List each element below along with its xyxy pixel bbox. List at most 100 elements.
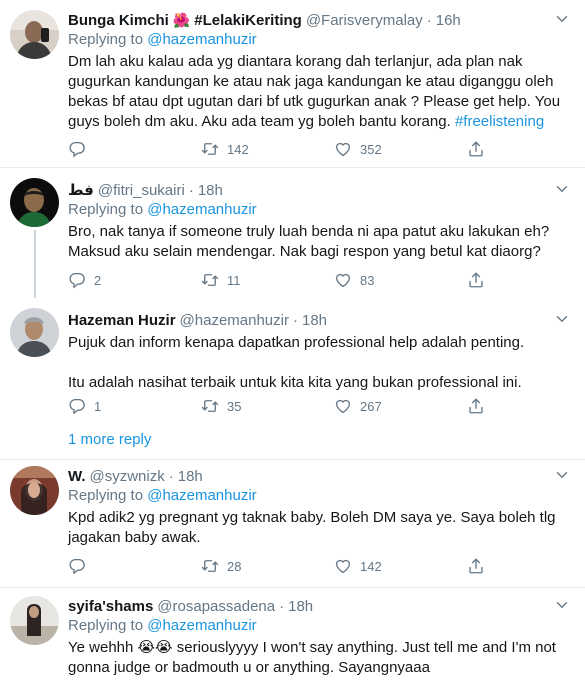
display-name[interactable]: Hazeman Huzir	[68, 312, 176, 329]
tweet-text: Kpd adik2 yg pregnant yg taknak baby. Bo…	[68, 509, 556, 546]
avatar[interactable]	[10, 308, 59, 357]
share-button[interactable]	[467, 140, 497, 158]
tweet-hazeman-huzir[interactable]: Hazeman Huzir @hazemanhuzir · 18h Pujuk …	[0, 298, 585, 460]
separator-dot: ·	[279, 597, 285, 615]
tweet-paragraph: Itu adalah nasihat terbaik untuk kita ki…	[68, 374, 522, 391]
like-button[interactable]: 142	[334, 557, 467, 575]
replying-to: Replying to @hazemanhuzir	[68, 31, 571, 51]
reply-count: 2	[94, 272, 102, 288]
like-button[interactable]: 352	[334, 140, 467, 158]
tweet-body-start: Ye wehhh	[68, 639, 134, 656]
reply-button[interactable]: 2	[68, 271, 201, 289]
caret-down-icon[interactable]	[553, 466, 571, 484]
reply-button[interactable]: 1	[68, 397, 201, 415]
tweet-text: Pujuk dan inform kenapa dapatkan profess…	[68, 333, 571, 393]
flower-emoji: 🌺	[172, 11, 191, 28]
user-handle[interactable]: @syzwnizk	[90, 468, 165, 485]
like-button[interactable]: 267	[334, 397, 467, 415]
mention-link[interactable]: @hazemanhuzir	[147, 201, 256, 218]
reply-count: 1	[94, 398, 102, 414]
timestamp[interactable]: 18h	[178, 468, 203, 485]
display-name[interactable]: فط	[68, 181, 94, 199]
retweet-icon	[201, 271, 219, 289]
replying-prefix: Replying to	[68, 617, 144, 634]
mention-link[interactable]: @hazemanhuzir	[147, 617, 256, 634]
caret-down-icon[interactable]	[553, 596, 571, 614]
tweet-header: W. @syzwnizk · 18h	[68, 466, 571, 486]
retweet-button[interactable]: 11	[201, 271, 334, 289]
retweet-icon	[201, 140, 219, 158]
share-icon	[467, 397, 485, 415]
avatar[interactable]	[10, 596, 59, 645]
timestamp[interactable]: 18h	[198, 182, 223, 199]
user-handle[interactable]: @hazemanhuzir	[180, 312, 289, 329]
crying-emoji: 😭😭	[137, 639, 173, 656]
tweet-header: Bunga Kimchi 🌺 #LelakiKeriting @Farisver…	[68, 10, 571, 30]
tweet-fitri-sukairi[interactable]: فط @fitri_sukairi · 18h Replying to @haz…	[0, 168, 585, 298]
share-button[interactable]	[467, 271, 497, 289]
share-button[interactable]	[467, 397, 497, 415]
tweet-actions: 28 142	[68, 556, 497, 576]
user-handle[interactable]: @Farisverymalay	[306, 12, 423, 29]
display-name[interactable]: W.	[68, 468, 86, 485]
user-handle[interactable]: @rosapassadena	[157, 598, 275, 615]
reply-button[interactable]	[68, 140, 201, 158]
retweet-button[interactable]: 35	[201, 397, 334, 415]
tweet-content: Hazeman Huzir @hazemanhuzir · 18h Pujuk …	[68, 310, 571, 393]
replying-to: Replying to @hazemanhuzir	[68, 201, 571, 221]
like-icon	[334, 557, 352, 575]
tweet-syifa-shams[interactable]: syifa'shams @rosapassadena · 18h Replyin…	[0, 588, 585, 685]
timestamp[interactable]: 18h	[288, 598, 313, 615]
retweet-button[interactable]: 28	[201, 557, 334, 575]
retweet-count: 28	[227, 558, 242, 574]
like-count: 142	[360, 558, 382, 574]
like-icon	[334, 140, 352, 158]
retweet-count: 142	[227, 141, 249, 157]
separator-dot: ·	[292, 311, 298, 329]
mention-link[interactable]: @hazemanhuzir	[147, 487, 256, 504]
reply-icon	[68, 140, 86, 158]
tweet-header: فط @fitri_sukairi · 18h	[68, 180, 571, 200]
display-name[interactable]: Bunga Kimchi	[68, 12, 169, 29]
like-count: 352	[360, 141, 382, 157]
retweet-icon	[201, 557, 219, 575]
display-name-suffix[interactable]: #LelakiKeriting	[194, 12, 302, 29]
retweet-icon	[201, 397, 219, 415]
tweet-header: syifa'shams @rosapassadena · 18h	[68, 596, 571, 616]
tweet-bunga-kimchi[interactable]: Bunga Kimchi 🌺 #LelakiKeriting @Farisver…	[0, 0, 585, 168]
retweet-button[interactable]: 142	[201, 140, 334, 158]
avatar[interactable]	[10, 10, 59, 59]
reply-icon	[68, 397, 86, 415]
timestamp[interactable]: 16h	[436, 12, 461, 29]
separator-dot: ·	[426, 11, 432, 29]
timestamp[interactable]: 18h	[302, 312, 327, 329]
tweet-paragraph: Pujuk dan inform kenapa dapatkan profess…	[68, 334, 525, 351]
tweet-content: syifa'shams @rosapassadena · 18h Replyin…	[68, 596, 571, 678]
reply-button[interactable]	[68, 557, 201, 575]
tweet-text: Dm lah aku kalau ada yg diantara korang …	[68, 52, 571, 132]
tweet-w[interactable]: W. @syzwnizk · 18h Replying to @hazemanh…	[0, 460, 585, 588]
caret-down-icon[interactable]	[553, 180, 571, 198]
tweet-actions: 2 11 83	[68, 270, 497, 290]
share-icon	[467, 271, 485, 289]
more-replies-link[interactable]: 1 more reply	[68, 431, 151, 448]
user-handle[interactable]: @fitri_sukairi	[98, 182, 185, 199]
hashtag-link[interactable]: #freelistening	[455, 113, 544, 130]
like-icon	[334, 397, 352, 415]
mention-link[interactable]: @hazemanhuzir	[147, 31, 256, 48]
separator-dot: ·	[168, 467, 174, 485]
replying-prefix: Replying to	[68, 31, 144, 48]
replying-to: Replying to @hazemanhuzir	[68, 617, 571, 637]
like-button[interactable]: 83	[334, 271, 467, 289]
avatar[interactable]	[10, 466, 59, 515]
tweet-actions: 142 352	[68, 139, 497, 159]
tweet-actions: 1 35 267	[68, 396, 497, 416]
caret-down-icon[interactable]	[553, 310, 571, 328]
caret-down-icon[interactable]	[553, 10, 571, 28]
share-button[interactable]	[467, 557, 497, 575]
like-count: 267	[360, 398, 382, 414]
replying-prefix: Replying to	[68, 487, 144, 504]
thread-connector	[34, 230, 36, 298]
avatar[interactable]	[10, 178, 59, 227]
display-name[interactable]: syifa'shams	[68, 598, 153, 615]
